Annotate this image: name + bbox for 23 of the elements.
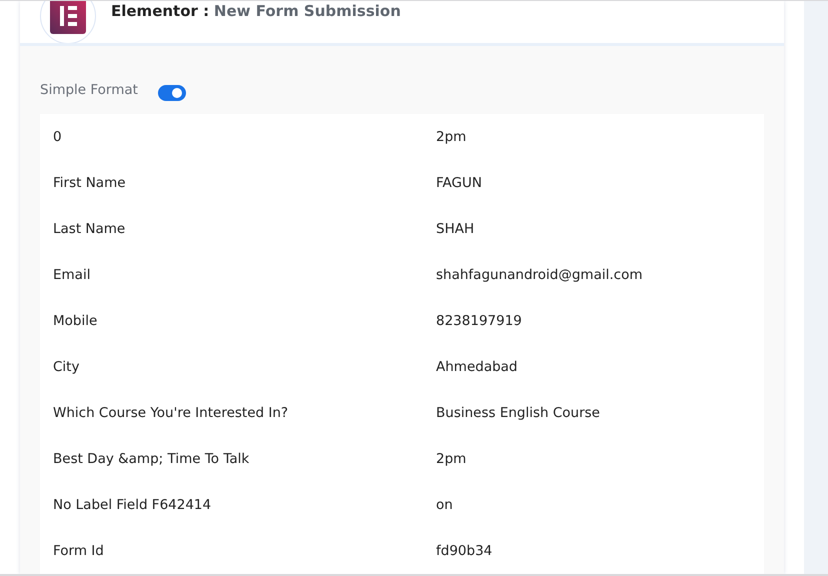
field-value: on — [436, 497, 453, 513]
field-value: 2pm — [436, 451, 466, 467]
field-label: Mobile — [53, 313, 98, 329]
field-label: No Label Field F642414 — [53, 497, 212, 513]
field-label: First Name — [53, 175, 127, 191]
field-value: Business English Course — [436, 405, 600, 421]
field-label: Email — [53, 267, 92, 283]
field-label: City — [53, 359, 80, 375]
field-label: Which Course You're Interested In? — [53, 405, 290, 421]
field-value: Ahmedabad — [436, 359, 518, 375]
submission-title: Elementor : New Form Submission — [111, 2, 401, 20]
format-switch[interactable] — [158, 85, 186, 101]
field-value: 8238197919 — [436, 313, 522, 329]
field-label: Best Day &amp; Time To Talk — [53, 451, 250, 467]
field-value: SHAH — [436, 221, 474, 237]
field-value: shahfagunandroid@gmail.com — [436, 267, 642, 283]
toggle-label: Simple Format — [40, 82, 138, 98]
field-value: FAGUN — [436, 175, 482, 191]
field-label: Last Name — [53, 221, 126, 237]
field-value: 2pm — [436, 129, 466, 145]
field-value: fd90b34 — [436, 543, 492, 559]
field-label: 0 — [53, 129, 63, 145]
field-label: Form Id — [53, 543, 105, 559]
